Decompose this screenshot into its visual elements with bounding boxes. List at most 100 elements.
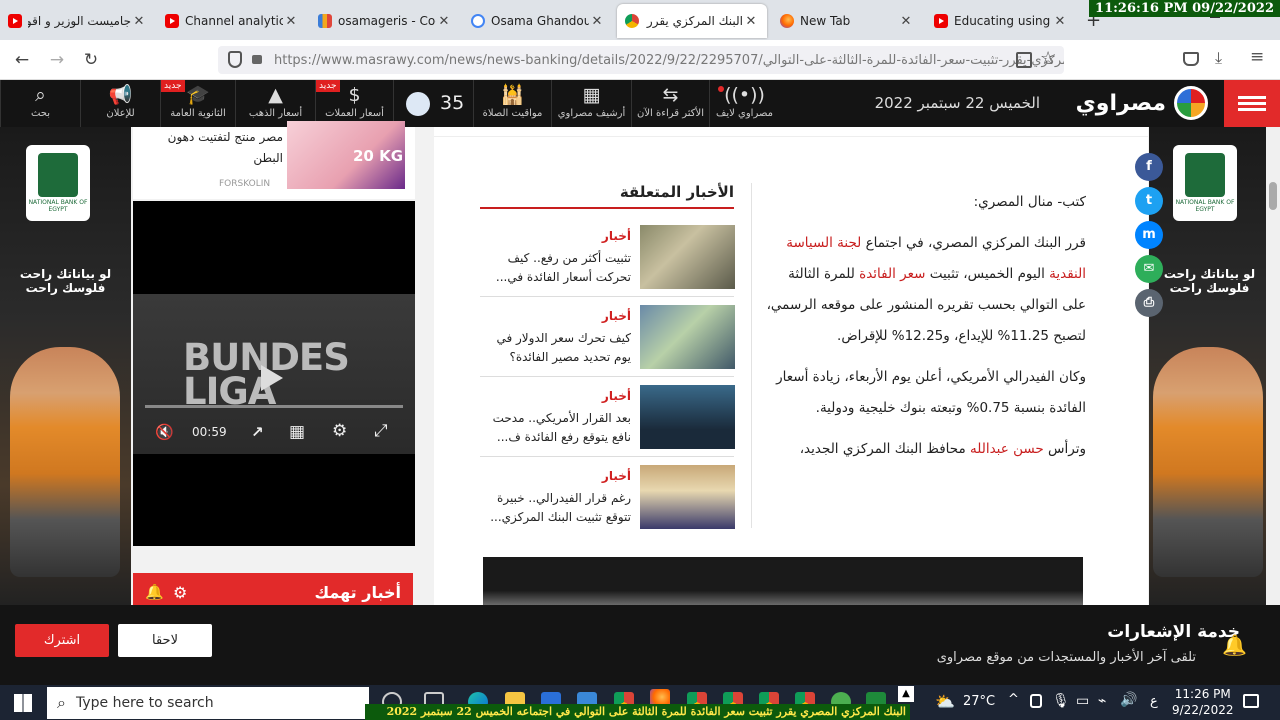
header-ads[interactable]: 📢 للإعلان [80, 80, 160, 127]
related-item[interactable]: أخبار رغم قرار الفيدرالي.. خبيرة تتوقع ت… [480, 465, 735, 535]
email-icon[interactable]: ✉ [1135, 255, 1163, 283]
shield-icon[interactable] [228, 51, 242, 68]
bookmark-star-icon[interactable]: ☆ [1040, 48, 1056, 69]
close-icon[interactable]: ✕ [1052, 14, 1068, 29]
tab-6[interactable]: New Tab ✕ [772, 4, 922, 38]
news-ticker-overlay: البنك المركزي المصري يقرر تثبيت سعر الفا… [365, 704, 910, 720]
related-thumb [640, 305, 735, 369]
clock-overlay: 11:26:16 PM 09/22/2022 [1089, 0, 1280, 17]
browser-tab-bar: جاميست الوزير و اقوى ✕ Channel analytics… [0, 0, 1280, 40]
system-clock[interactable]: 11:26 PM 9/22/2022 [1172, 686, 1234, 718]
header-archive[interactable]: ▦ أرشيف مصراوي [551, 80, 631, 127]
sponsored-card[interactable]: 20 KG مصر منتج لتفتيت دهون البطن FORSKOL… [133, 121, 415, 199]
bell-icon: 🔔 [1222, 633, 1247, 657]
network-icon[interactable]: ⌁ [1098, 693, 1106, 709]
interest-rate-link[interactable]: سعر الفائدة [859, 266, 925, 282]
speed-icon[interactable]: ↗ [251, 423, 264, 441]
hot-news-header[interactable]: أخبار تهمك ⚙ 🔔 [133, 573, 413, 605]
url-text: https://www.masrawy.com/news/news-bankin… [274, 52, 1064, 68]
related-thumb [640, 225, 735, 289]
print-icon[interactable]: ⎙ [1135, 289, 1163, 317]
left-column: 20 KG مصر منتج لتفتيت دهون البطن FORSKOL… [133, 121, 415, 605]
tab-1[interactable]: جاميست الوزير و اقوى ✕ [0, 4, 155, 38]
header-search[interactable]: ⌕ بحث [0, 80, 80, 127]
video-player[interactable]: BUNDES LIGA 🔇 00:59 ↗ ▦ ⚙ ⤢ [133, 201, 415, 546]
live-dot [718, 86, 724, 92]
page-icon[interactable] [1016, 52, 1032, 68]
taskbar-search-box[interactable]: ⌕ Type here to search [47, 687, 369, 719]
hassan-abdalla-link[interactable]: حسن عبدالله [970, 441, 1044, 457]
download-icon[interactable]: ⤓ [1215, 48, 1222, 68]
fullscreen-icon[interactable]: ⤢ [374, 421, 388, 441]
messenger-icon[interactable]: m [1135, 221, 1163, 249]
pocket-icon[interactable] [1183, 52, 1199, 66]
related-item[interactable]: أخبار تثبيت أكثر من رفع.. كيف تحركت أسعا… [480, 225, 735, 295]
windows-start-icon[interactable] [14, 694, 32, 712]
video-progress-bar[interactable] [145, 405, 403, 408]
site-logo[interactable]: مصراوي [1076, 86, 1208, 120]
codeforces-icon [318, 14, 332, 28]
close-icon[interactable]: ✕ [898, 14, 914, 29]
menu-icon[interactable]: ≡ [1250, 47, 1264, 67]
ad-person-image [1153, 347, 1263, 577]
header-most-read[interactable]: ⇆ الأكثر قراءة الآن [631, 80, 709, 127]
close-icon[interactable]: ✕ [131, 14, 147, 29]
tab-5-active[interactable]: البنك المركزي يقرر تث ✕ [617, 4, 767, 38]
article-byline: كتب- منال المصري: [973, 194, 1086, 210]
volume-icon[interactable]: 🔊 [1120, 692, 1137, 708]
close-icon[interactable]: ✕ [589, 14, 605, 29]
later-button[interactable]: لاحقا [118, 624, 212, 657]
firefox-icon [780, 14, 794, 28]
header-thanaweya[interactable]: جديد 🎓 الثانوية العامة [160, 80, 235, 127]
sponsored-image: 20 KG [287, 121, 405, 189]
close-icon[interactable]: ✕ [283, 14, 299, 29]
close-icon[interactable]: ✕ [436, 14, 452, 29]
weather-cloud-icon[interactable]: ⛅ [935, 692, 955, 711]
header-weather[interactable]: 35 [393, 80, 473, 127]
reload-icon[interactable]: ↻ [81, 50, 101, 70]
tab-4[interactable]: Osama Ghandour G ✕ [463, 4, 613, 38]
mute-icon[interactable]: 🔇 [155, 423, 174, 441]
close-icon[interactable]: ✕ [743, 14, 759, 29]
back-arrow-icon[interactable]: ← [12, 50, 32, 70]
gold-bars-icon: ▲ [268, 84, 283, 106]
related-item[interactable]: أخبار بعد القرار الأمريكي.. مدحت نافع يت… [480, 385, 735, 455]
right-side-ad[interactable]: NATIONAL BANK OF EGYPT لو بياناتك راحت ف… [1149, 127, 1266, 605]
expand-icon[interactable]: ▲ [898, 686, 914, 702]
gear-icon[interactable]: ⚙ [332, 421, 347, 441]
meet-now-icon[interactable] [1030, 694, 1042, 708]
header-live[interactable]: ((•)) مصراوي لايف [709, 80, 779, 127]
twitter-icon[interactable]: t [1135, 187, 1163, 215]
left-side-ad[interactable]: NATIONAL BANK OF EGYPT لو بياناتك راحت ف… [0, 127, 131, 605]
play-icon[interactable] [261, 365, 283, 391]
battery-icon[interactable]: ▭ [1076, 693, 1089, 709]
grid-icon[interactable]: ▦ [289, 422, 305, 442]
subscribe-button[interactable]: اشترك [15, 624, 109, 657]
header-gold[interactable]: ▲ أسعار الذهب [235, 80, 315, 127]
forward-arrow-icon[interactable]: → [47, 50, 67, 70]
header-prayer[interactable]: 🕌 مواقيت الصلاة [473, 80, 551, 127]
tab-7[interactable]: Educating using tec ✕ [926, 4, 1076, 38]
tab-2[interactable]: Channel analytics - ✕ [157, 4, 307, 38]
article-paragraph-3: وترأس حسن عبدالله محافظ البنك المركزي ال… [799, 441, 1086, 457]
gear-icon[interactable]: ⚙ [173, 583, 187, 602]
related-item[interactable]: أخبار كيف تحرك سعر الدولار في يوم تحديد … [480, 305, 735, 375]
tab-3[interactable]: osamageris - Codef ✕ [310, 4, 460, 38]
scrollbar-thumb[interactable] [1269, 182, 1277, 210]
page-scrollbar[interactable] [1266, 127, 1280, 605]
facebook-icon[interactable]: f [1135, 153, 1163, 181]
article-image[interactable] [483, 557, 1083, 605]
tray-chevron-icon[interactable]: ^ [1008, 692, 1019, 707]
header-currency[interactable]: جديد $ أسعار العملات [315, 80, 393, 127]
url-bar[interactable]: https://www.masrawy.com/news/news-bankin… [218, 46, 1064, 74]
microphone-icon[interactable]: 🎙 [1052, 693, 1070, 709]
search-icon: ⌕ [35, 84, 46, 106]
lock-icon[interactable] [252, 55, 262, 64]
notification-center-icon[interactable] [1243, 694, 1259, 708]
megaphone-icon: 📢 [108, 84, 133, 106]
header-date: الخميس 22 سبتمبر 2022 [874, 94, 1040, 112]
hamburger-menu-button[interactable] [1224, 80, 1280, 127]
youtube-icon [8, 14, 22, 28]
bell-icon[interactable]: 🔔 [145, 583, 164, 601]
moon-icon [406, 92, 430, 116]
